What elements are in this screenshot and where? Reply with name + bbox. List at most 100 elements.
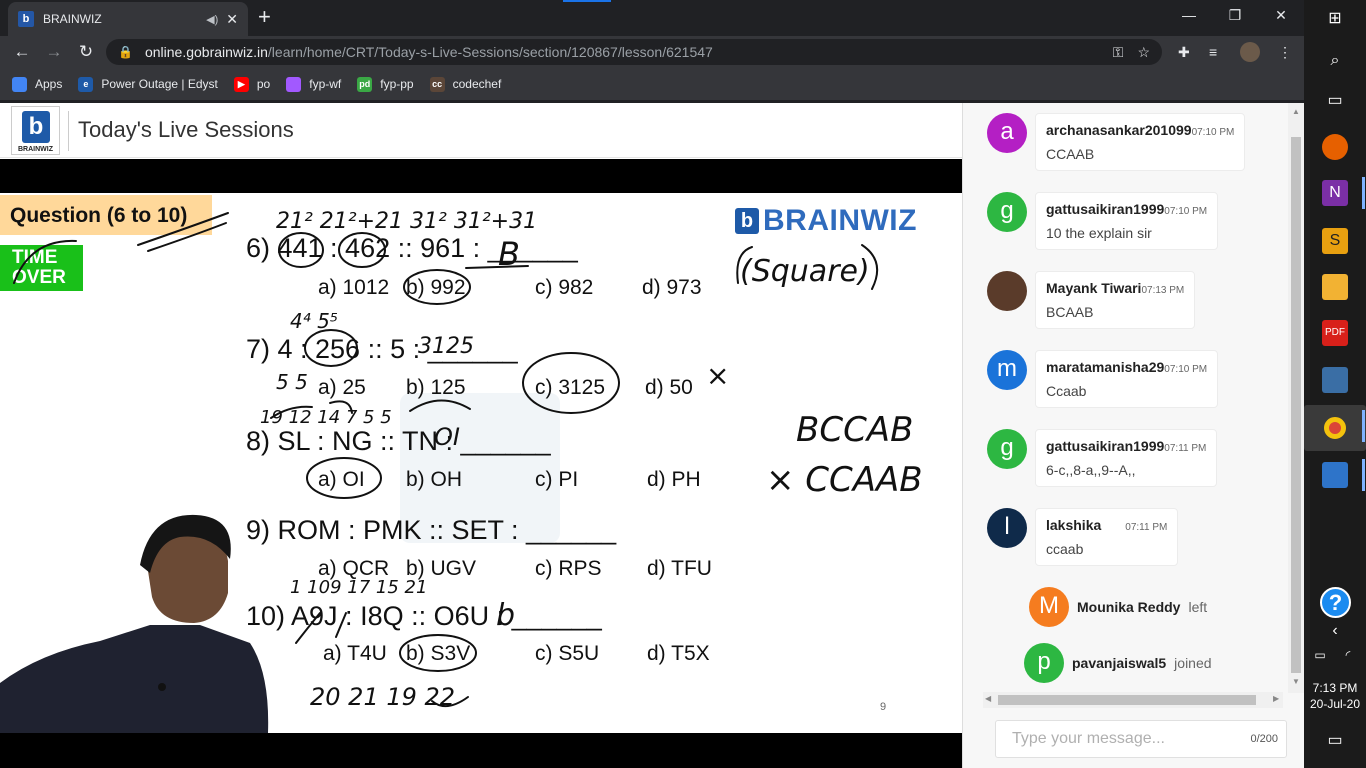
sender-name: gattusaikiran1999 xyxy=(1046,201,1165,217)
circle-oi xyxy=(306,457,382,499)
forward-icon[interactable]: → xyxy=(42,40,66,64)
video-player[interactable]: Question (6 to 10) TIME OVER b BRAINWIZ … xyxy=(0,159,962,768)
browser-toolbar: ← → ↻ 🔒 online.gobrainwiz.in/learn/home/… xyxy=(0,36,1304,68)
maximize-button[interactable]: ❐ xyxy=(1212,0,1258,30)
sender-name: lakshika xyxy=(1046,517,1102,533)
message-text: 6-c,,8-a,,9--A,, xyxy=(1046,462,1136,478)
chat-message: g gattusaikiran199907:10 PM 10 the expla… xyxy=(987,192,1219,250)
chat-message-input[interactable] xyxy=(1012,730,1251,748)
chevron-left-icon[interactable]: ‹ xyxy=(1322,618,1348,644)
presenter-video xyxy=(0,514,269,733)
search-icon[interactable]: ⌕ xyxy=(1322,48,1348,74)
chat-horizontal-scrollbar[interactable]: ◀ ▶ xyxy=(983,692,1283,708)
brainwiz-favicon-icon: b xyxy=(18,11,34,27)
media-control-icon[interactable]: ≡ xyxy=(1209,44,1217,60)
battery-icon[interactable]: ▭ xyxy=(1310,642,1330,668)
page-title: Today's Live Sessions xyxy=(78,117,294,142)
avatar: M xyxy=(1029,587,1069,627)
chat-vertical-scrollbar[interactable]: ▲ ▼ xyxy=(1288,103,1304,693)
chat-message: l lakshika 07:11 PM ccaab xyxy=(987,508,1179,566)
youtube-icon: ▶ xyxy=(233,76,249,92)
hw-q8-top: 19 12 14 7 5 5 xyxy=(260,407,392,428)
reload-icon[interactable]: ↻ xyxy=(74,40,98,64)
event-action: joined xyxy=(1174,655,1212,671)
tab-search-indicator xyxy=(563,0,611,2)
taskbar-clock[interactable]: 7:13 PM 20-Jul-20 xyxy=(1304,680,1366,712)
hw-q7-answer: 3125 xyxy=(418,334,474,359)
scroll-thumb[interactable] xyxy=(1291,137,1301,673)
hw-q7-cross: × xyxy=(706,359,729,392)
help-icon[interactable]: ? xyxy=(1320,587,1351,618)
page: b BRAINWIZ Today's Live Sessions Questio… xyxy=(0,103,1304,768)
hw-q6-answer: B xyxy=(498,235,520,273)
hw-square: (Square) xyxy=(740,254,870,289)
audio-playing-icon[interactable]: ◀) xyxy=(206,13,218,26)
profile-avatar[interactable] xyxy=(1240,42,1260,62)
chat-message: m maratamanisha2907:10 PM Ccaab xyxy=(987,350,1219,408)
avatar-photo xyxy=(987,271,1027,311)
browser-tab[interactable]: b BRAINWIZ ◀) ✕ xyxy=(8,2,248,36)
url-text[interactable]: online.gobrainwiz.in/learn/home/CRT/Toda… xyxy=(145,44,1099,60)
chat-message: g gattusaikiran199907:11 PM 6-c,,8-a,,9-… xyxy=(987,429,1218,487)
bookmark-edyst[interactable]: e Power Outage | Edyst xyxy=(78,76,218,92)
photos-icon[interactable] xyxy=(1322,462,1348,488)
hw-side-2: × CCAAB xyxy=(766,460,923,500)
bookmark-codechef[interactable]: cc codechef xyxy=(429,76,501,92)
wifi-icon[interactable]: ◜ xyxy=(1338,642,1358,668)
scroll-up-icon[interactable]: ▲ xyxy=(1292,107,1300,116)
extensions-icon[interactable]: ✚ xyxy=(1178,44,1190,61)
new-tab-button[interactable]: + xyxy=(258,6,271,28)
lock-icon[interactable]: 🔒 xyxy=(118,45,133,59)
chat-message: Mayank Tiwari07:13 PM BCAAB xyxy=(987,271,1196,329)
tab-close-icon[interactable]: ✕ xyxy=(226,11,238,28)
message-text: CCAAB xyxy=(1046,146,1095,162)
calculator-icon[interactable] xyxy=(1322,367,1348,393)
pdf-reader-icon[interactable]: PDF xyxy=(1322,320,1348,346)
scroll-thumb[interactable] xyxy=(998,695,1256,705)
sender-name: gattusaikiran1999 xyxy=(1046,438,1165,454)
windows-start-icon[interactable]: ⊞ xyxy=(1322,6,1348,32)
avatar: p xyxy=(1024,643,1064,683)
address-bar[interactable]: 🔒 online.gobrainwiz.in/learn/home/CRT/To… xyxy=(106,39,1162,65)
sublime-text-icon[interactable]: S xyxy=(1322,228,1348,254)
avatar: g xyxy=(987,192,1027,232)
circle-992 xyxy=(403,269,471,305)
onenote-icon[interactable]: N xyxy=(1322,180,1348,206)
scroll-right-icon[interactable]: ▶ xyxy=(1273,694,1279,703)
sender-name: Mayank Tiwari xyxy=(1046,280,1142,296)
running-indicator xyxy=(1362,459,1365,491)
event-name: pavanjaiswal5 xyxy=(1072,655,1167,671)
chat-input-box: 0/200 xyxy=(995,720,1287,758)
file-explorer-icon[interactable] xyxy=(1322,274,1348,300)
notifications-icon[interactable]: ▭ xyxy=(1322,728,1348,754)
firefox-icon[interactable] xyxy=(1322,134,1348,160)
screen: b BRAINWIZ ◀) ✕ + — ❐ ✕ ← → ↻ 🔒 online.g… xyxy=(0,0,1366,768)
scroll-left-icon[interactable]: ◀ xyxy=(985,694,991,703)
bookmark-star-icon[interactable]: ☆ xyxy=(1137,44,1150,61)
pp-icon: pd xyxy=(357,76,373,92)
bookmark-apps[interactable]: Apps xyxy=(12,76,62,92)
message-time: 07:10 PM xyxy=(1164,206,1208,217)
scroll-down-icon[interactable]: ▼ xyxy=(1292,677,1300,686)
chrome-taskbar-button[interactable] xyxy=(1304,405,1366,451)
bookmark-po[interactable]: ▶ po xyxy=(233,76,270,92)
edyst-icon: e xyxy=(78,76,94,92)
bookmark-fyp-wf[interactable]: fyp-wf xyxy=(286,76,341,92)
site-header: b BRAINWIZ Today's Live Sessions xyxy=(0,103,962,158)
event-action: left xyxy=(1188,599,1208,615)
menu-icon[interactable]: ⋮ xyxy=(1278,44,1292,61)
close-window-button[interactable]: ✕ xyxy=(1258,0,1304,30)
message-bubble: maratamanisha2907:10 PM Ccaab xyxy=(1035,350,1219,408)
key-icon[interactable]: ⚿ xyxy=(1113,44,1124,61)
task-view-icon[interactable]: ▭ xyxy=(1322,88,1348,114)
bookmark-fyp-pp[interactable]: pd fyp-pp xyxy=(357,76,414,92)
brainwiz-logo[interactable]: b BRAINWIZ xyxy=(11,106,60,155)
back-icon[interactable]: ← xyxy=(10,40,34,64)
circle-441 xyxy=(278,232,324,268)
chat-message-list[interactable]: a archanasankar20109907:10 PM CCAAB g ga… xyxy=(963,103,1289,693)
bookmarks-bar: Apps e Power Outage | Edyst ▶ po fyp-wf pd… xyxy=(0,68,1304,100)
live-chat-panel: a archanasankar20109907:10 PM CCAAB g ga… xyxy=(962,103,1304,768)
minimize-button[interactable]: — xyxy=(1166,0,1212,30)
message-bubble: gattusaikiran199907:11 PM 6-c,,8-a,,9--A… xyxy=(1035,429,1218,487)
avatar: a xyxy=(987,113,1027,153)
